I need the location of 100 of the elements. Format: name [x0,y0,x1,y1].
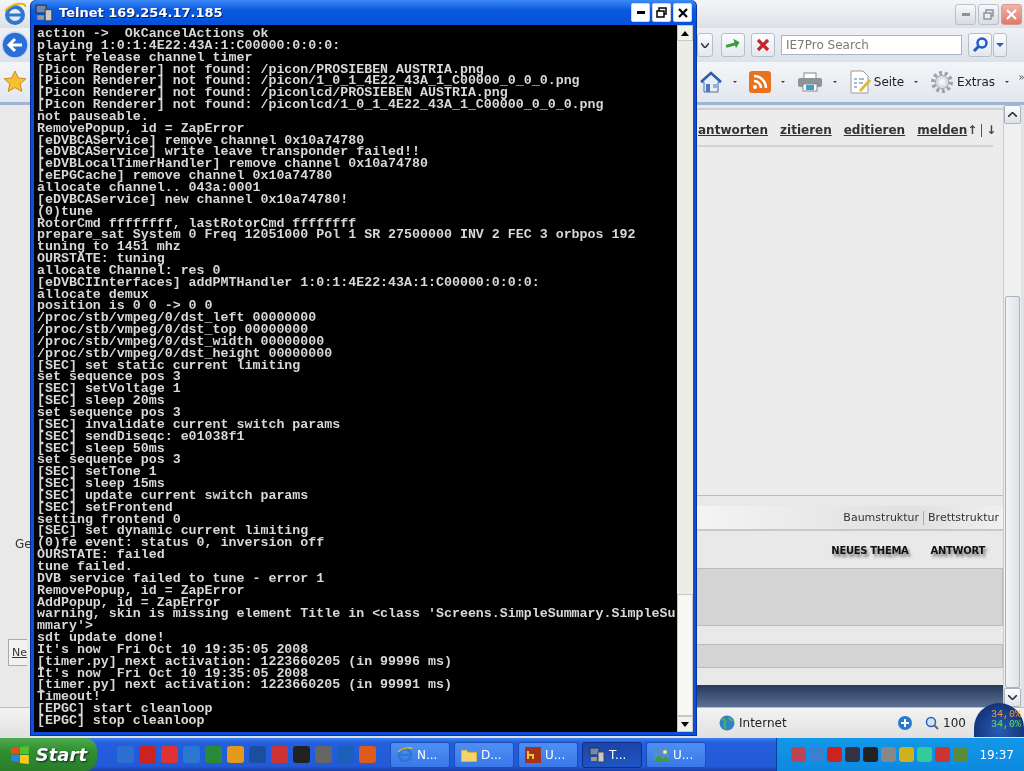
console-line: RemovePopup, id = ZapError [37,122,245,135]
console-line: [EPGC] start cleanloop [37,703,213,715]
refresh-button[interactable] [721,33,745,57]
zoom-icon[interactable] [925,716,939,730]
restore-icon [983,8,994,20]
chevron-icon[interactable] [1018,74,1024,81]
nav-arrow[interactable]: ↓ [986,123,997,137]
quick-launch-icon[interactable] [359,746,376,763]
console-line: [Picon Renderer] not found: /picon/1_0_1_4E22_43A_1_C00000_0_0_0.png [37,75,580,88]
search-options-button[interactable] [993,33,1007,57]
label: Ge [14,537,30,551]
page-icon[interactable] [848,70,871,94]
link[interactable]: Ne [8,639,27,666]
chevron-up-icon [1008,112,1017,117]
console-line: [Picon Renderer] not found: /piconlcd/PROSIEBEN AUSTRIA.png [37,87,508,100]
start-button[interactable]: Start [0,738,97,771]
console-line: /proc/stb/vmpeg/0/dst_left 00000000 [37,312,317,325]
forum-button[interactable]: NEUES THEMA [831,541,909,559]
caret-icon[interactable] [1005,80,1009,84]
search-button[interactable] [968,33,992,57]
browser-logo-icon [3,2,27,26]
console-line: [SEC] sleep 50ms [37,442,165,455]
console-line: RemovePopup, id = ZapError [37,584,245,597]
console-line: /proc/stb/vmpeg/0/dst_top 00000000 [37,324,309,336]
quick-launch-icon[interactable] [293,746,310,763]
quick-launch-icon[interactable] [227,746,244,763]
console-line: It's now Fri Oct 10 19:35:05 2008 [37,643,309,656]
post-action-link[interactable]: editieren [843,123,906,137]
console-line: [SEC] sendDiseqc: e01038f1 [37,430,245,443]
post-action-link[interactable]: zitieren [780,123,832,137]
caret-icon[interactable] [733,80,737,84]
console-line: setting frontend 0 [37,513,181,526]
back-button-icon[interactable] [1,31,29,59]
console-line: [eDVBLocalTimerHandler] remove channel 0x10a74780 [37,158,428,171]
view-link[interactable]: Brettstruktur [928,511,999,524]
console-line: set sequence pos 3 [37,407,181,419]
stop-button[interactable] [751,33,775,57]
tools-button[interactable]: Extras [928,70,998,94]
taskbar-button[interactable]: U... [518,741,578,768]
tray-icon[interactable] [845,747,861,762]
scrollbar[interactable] [1003,105,1021,707]
console-line: warning, skin is missing element Title in <class 'Screens.SimpleSummary.SimpleSu [37,608,676,621]
console-line: OURSTATE: tuning [37,253,165,265]
maximize-button[interactable] [978,3,999,25]
taskbar-button[interactable]: U... [646,741,706,768]
caret-icon[interactable] [832,80,837,84]
caret-icon[interactable] [780,80,785,84]
console-line: action -> OkCancelActions ok [37,28,269,40]
console-line: [SEC] sleep 15ms [37,478,165,490]
console-line: /proc/stb/vmpeg/0/dst_width 00000000 [37,335,325,348]
nav-arrow[interactable]: ↑ [967,123,978,137]
console-line: DVB service failed to tune - error 1 [37,572,325,585]
quick-launch-icon[interactable] [161,746,178,763]
chevron-down-icon [1008,695,1017,700]
console-line: tune failed. [37,560,133,573]
close-button[interactable] [673,3,692,22]
browser-icon [397,746,413,763]
search-icon [972,37,988,53]
protected-mode-icon[interactable] [897,715,913,731]
console-line: [SEC] invalidate current switch params [37,418,341,431]
globe-icon [719,715,735,731]
console-line: tuning to 1451 mhz [37,241,181,254]
view-link[interactable]: Baumstruktur [843,511,920,524]
console-line: playing 1:0:1:4E22:43A:1:C00000:0:0:0: [37,39,341,52]
console-line: prepare_sat System 0 Freq 12051000 Pol 1 SR 27500000 INV 2 FEC 3 orbpos 192 [37,229,636,242]
console-line: allocate channel.. 043a:0001 [37,181,261,194]
star-icon[interactable] [3,70,27,94]
search-field[interactable]: IE7Pro Search [781,35,962,55]
window-title: Telnet 169.254.17.185 [59,5,223,20]
minimize-button[interactable] [631,3,650,22]
scrollbar[interactable] [677,25,693,732]
dropdown-button[interactable] [697,33,713,57]
console-line: [SEC] setVoltage 1 [37,383,181,396]
console-line: [SEC] sleep 20ms [37,395,165,407]
console-line: mmary'> [37,620,93,633]
minimize-icon [636,11,645,14]
scrollbar-thumb[interactable] [1005,296,1020,688]
gear-icon[interactable] [930,70,955,94]
tray-icon[interactable] [863,747,879,762]
zoom-level[interactable]: 100 [943,716,966,730]
taskbar-button[interactable]: D... [454,741,514,768]
taskbar-button[interactable]: T... [582,741,642,768]
console-line: [EPGC] stop cleanloop [37,714,205,727]
scrollbar-thumb[interactable] [677,594,693,716]
restore-icon [656,7,667,18]
post-action-link[interactable]: melden [917,123,968,137]
post-action-link[interactable]: antworten [698,123,769,137]
console-line: [Picon Renderer] not found: /piconlcd/1_0_1_4E22_43A_1_C00000_0_0_0.png [37,99,604,111]
restore-button[interactable] [652,3,671,22]
console-line: [timer.py] next activation: 1223660205 (in 99996 ms) [37,655,452,668]
console-line: allocate Channel: res 0 [37,264,221,277]
caret-icon[interactable] [914,80,919,84]
console-line: /proc/stb/vmpeg/0/dst_height 00000000 [37,347,333,360]
close-icon [756,38,770,52]
console-line: not pauseable. [37,110,149,123]
console-line: [SEC] set dynamic current limiting [37,525,309,538]
console-line: (0)tune [37,205,93,218]
taskbar-button[interactable]: N... [390,741,450,768]
forum-button[interactable]: ANTWORT [930,541,985,559]
page-button[interactable]: Seite [846,70,907,94]
